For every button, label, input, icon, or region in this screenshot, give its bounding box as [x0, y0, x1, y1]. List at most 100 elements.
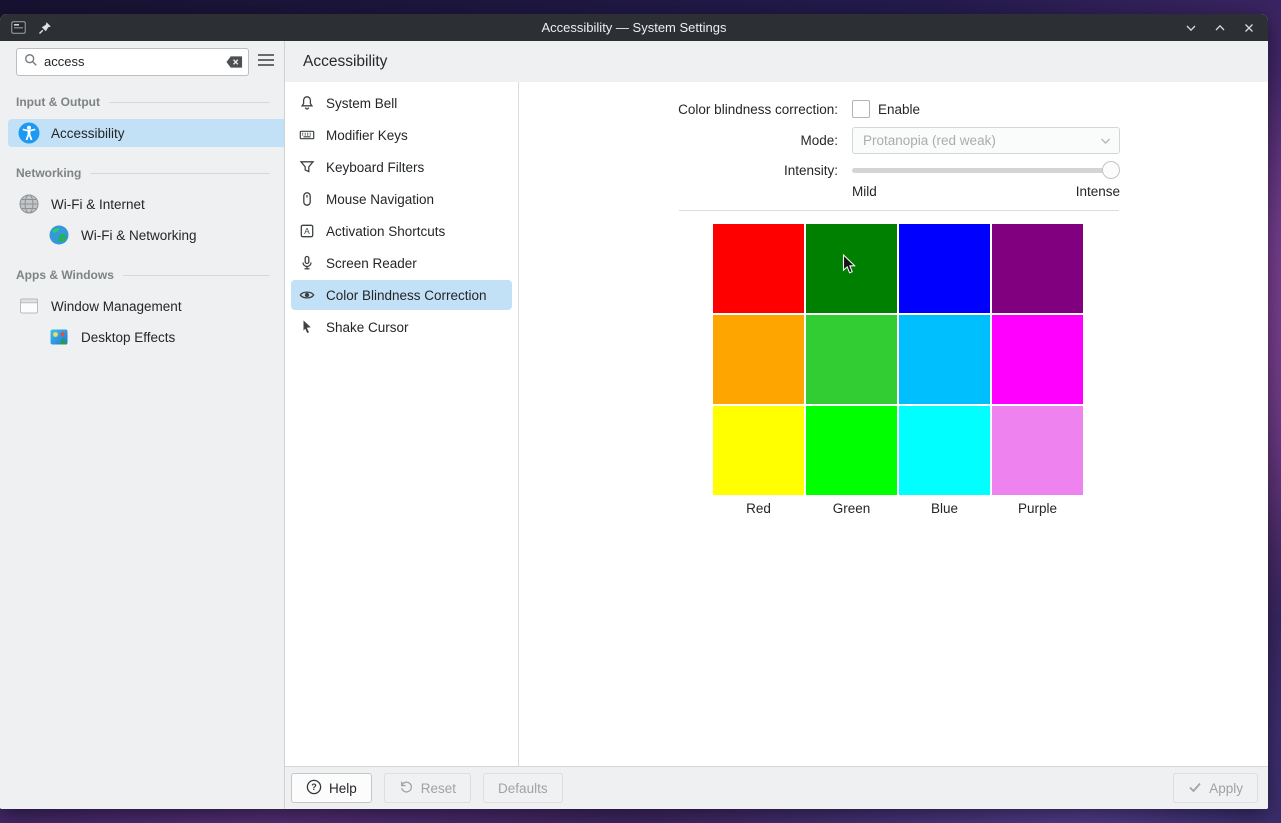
section-header-networking: Networking — [0, 150, 284, 187]
search-row — [0, 41, 284, 82]
color-swatch — [806, 315, 897, 404]
system-settings-window: Accessibility — System Settings — [0, 14, 1268, 809]
color-swatch — [899, 406, 990, 495]
pin-icon[interactable] — [38, 21, 52, 35]
subnav-item-color-blindness-correction[interactable]: Color Blindness Correction — [291, 280, 512, 310]
sidebar-item-window-management[interactable]: Window Management — [8, 292, 284, 320]
desktop-effects-icon — [48, 326, 70, 348]
accessibility-icon — [18, 122, 40, 144]
titlebar[interactable]: Accessibility — System Settings — [0, 14, 1268, 41]
sidebar-item-label: Wi-Fi & Internet — [51, 197, 145, 212]
app-icon — [11, 21, 26, 34]
sidebar-nav: Input & Output Accessibility Networking … — [0, 82, 284, 809]
minimize-button[interactable] — [1185, 22, 1197, 34]
sidebar-item-label: Desktop Effects — [81, 330, 175, 345]
subnav-item-mouse-navigation[interactable]: Mouse Navigation — [291, 184, 512, 214]
eye-icon — [299, 287, 315, 303]
defaults-button[interactable]: Defaults — [483, 773, 563, 803]
intensity-max-label: Intense — [1076, 184, 1120, 199]
swatch-grid — [713, 224, 1085, 495]
globe-icon — [18, 193, 40, 215]
reset-button[interactable]: Reset — [384, 773, 471, 803]
correction-label: Color blindness correction: — [519, 102, 845, 117]
color-swatch — [806, 406, 897, 495]
subnav: System Bell Modifier Keys Keyboard Filte… — [285, 82, 519, 766]
subnav-item-screen-reader[interactable]: Screen Reader — [291, 248, 512, 278]
mouse-icon — [299, 191, 315, 207]
menu-button[interactable] — [255, 48, 277, 76]
sidebar-item-label: Wi-Fi & Networking — [81, 228, 197, 243]
hamburger-icon — [257, 53, 275, 70]
clear-search-icon[interactable] — [226, 55, 243, 69]
microphone-icon — [299, 255, 315, 271]
section-rule — [123, 275, 270, 276]
page-title: Accessibility — [303, 53, 387, 71]
svg-text:A: A — [304, 226, 310, 236]
separator-line — [679, 210, 1119, 211]
search-field[interactable] — [16, 48, 249, 76]
page-header: Accessibility — [285, 41, 1268, 82]
check-icon — [1188, 780, 1202, 797]
enable-label: Enable — [878, 102, 920, 117]
sidebar-item-label: Window Management — [51, 299, 182, 314]
color-swatch — [992, 315, 1083, 404]
shortcut-key-icon: A — [299, 223, 315, 239]
window-icon — [18, 295, 40, 317]
svg-text:?: ? — [311, 782, 317, 792]
cursor-arrow-icon — [299, 319, 315, 335]
search-input[interactable] — [44, 54, 220, 69]
filter-funnel-icon — [299, 159, 315, 175]
color-swatch — [992, 406, 1083, 495]
slider-handle[interactable] — [1102, 161, 1120, 179]
swatch-label-blue: Blue — [899, 501, 990, 516]
window-title: Accessibility — System Settings — [0, 20, 1268, 35]
color-swatch — [713, 406, 804, 495]
color-swatch — [899, 224, 990, 313]
sidebar-item-wifi-internet[interactable]: Wi-Fi & Internet — [8, 190, 284, 218]
sidebar-item-desktop-effects[interactable]: Desktop Effects — [8, 323, 284, 351]
color-swatch — [713, 315, 804, 404]
mode-value: Protanopia (red weak) — [863, 133, 1100, 148]
section-rule — [109, 102, 270, 103]
search-icon — [24, 53, 38, 70]
subnav-item-system-bell[interactable]: System Bell — [291, 88, 512, 118]
swatch-label-red: Red — [713, 501, 804, 516]
footer: ? Help Reset Defaults — [285, 766, 1268, 809]
color-swatch — [992, 224, 1083, 313]
globe-network-icon — [48, 224, 70, 246]
maximize-button[interactable] — [1214, 22, 1226, 34]
enable-checkbox[interactable] — [852, 100, 870, 118]
subnav-item-activation-shortcuts[interactable]: A Activation Shortcuts — [291, 216, 512, 246]
swatch-label-purple: Purple — [992, 501, 1083, 516]
close-button[interactable] — [1243, 22, 1255, 34]
mode-select[interactable]: Protanopia (red weak) — [852, 127, 1120, 154]
keyboard-icon — [299, 127, 315, 143]
apply-button[interactable]: Apply — [1173, 773, 1258, 803]
help-button[interactable]: ? Help — [291, 773, 372, 803]
subnav-item-modifier-keys[interactable]: Modifier Keys — [291, 120, 512, 150]
desktop: { "titlebar": { "title": "Accessibility … — [0, 0, 1281, 823]
intensity-label: Intensity: — [519, 163, 845, 178]
subnav-item-shake-cursor[interactable]: Shake Cursor — [291, 312, 512, 342]
color-swatch — [713, 224, 804, 313]
reset-icon — [399, 779, 414, 797]
sidebar: Input & Output Accessibility Networking … — [0, 41, 285, 809]
sidebar-item-accessibility[interactable]: Accessibility — [8, 119, 284, 147]
intensity-slider[interactable] — [852, 160, 1120, 180]
swatch-labels: Red Green Blue Purple — [713, 501, 1085, 516]
subnav-item-keyboard-filters[interactable]: Keyboard Filters — [291, 152, 512, 182]
help-icon: ? — [306, 779, 322, 798]
chevron-down-icon — [1100, 133, 1111, 148]
sidebar-item-wifi-networking[interactable]: Wi-Fi & Networking — [8, 221, 284, 249]
sidebar-item-label: Accessibility — [51, 126, 125, 141]
swatch-label-green: Green — [806, 501, 897, 516]
intensity-min-label: Mild — [852, 184, 877, 199]
color-swatch — [899, 315, 990, 404]
mode-label: Mode: — [519, 133, 845, 148]
section-header-input-output: Input & Output — [0, 82, 284, 116]
color-swatch — [806, 224, 897, 313]
section-header-apps-windows: Apps & Windows — [0, 252, 284, 289]
bell-icon — [299, 95, 315, 111]
slider-track — [852, 168, 1120, 173]
content-pane: Color blindness correction: Enable Mode:… — [519, 82, 1268, 766]
